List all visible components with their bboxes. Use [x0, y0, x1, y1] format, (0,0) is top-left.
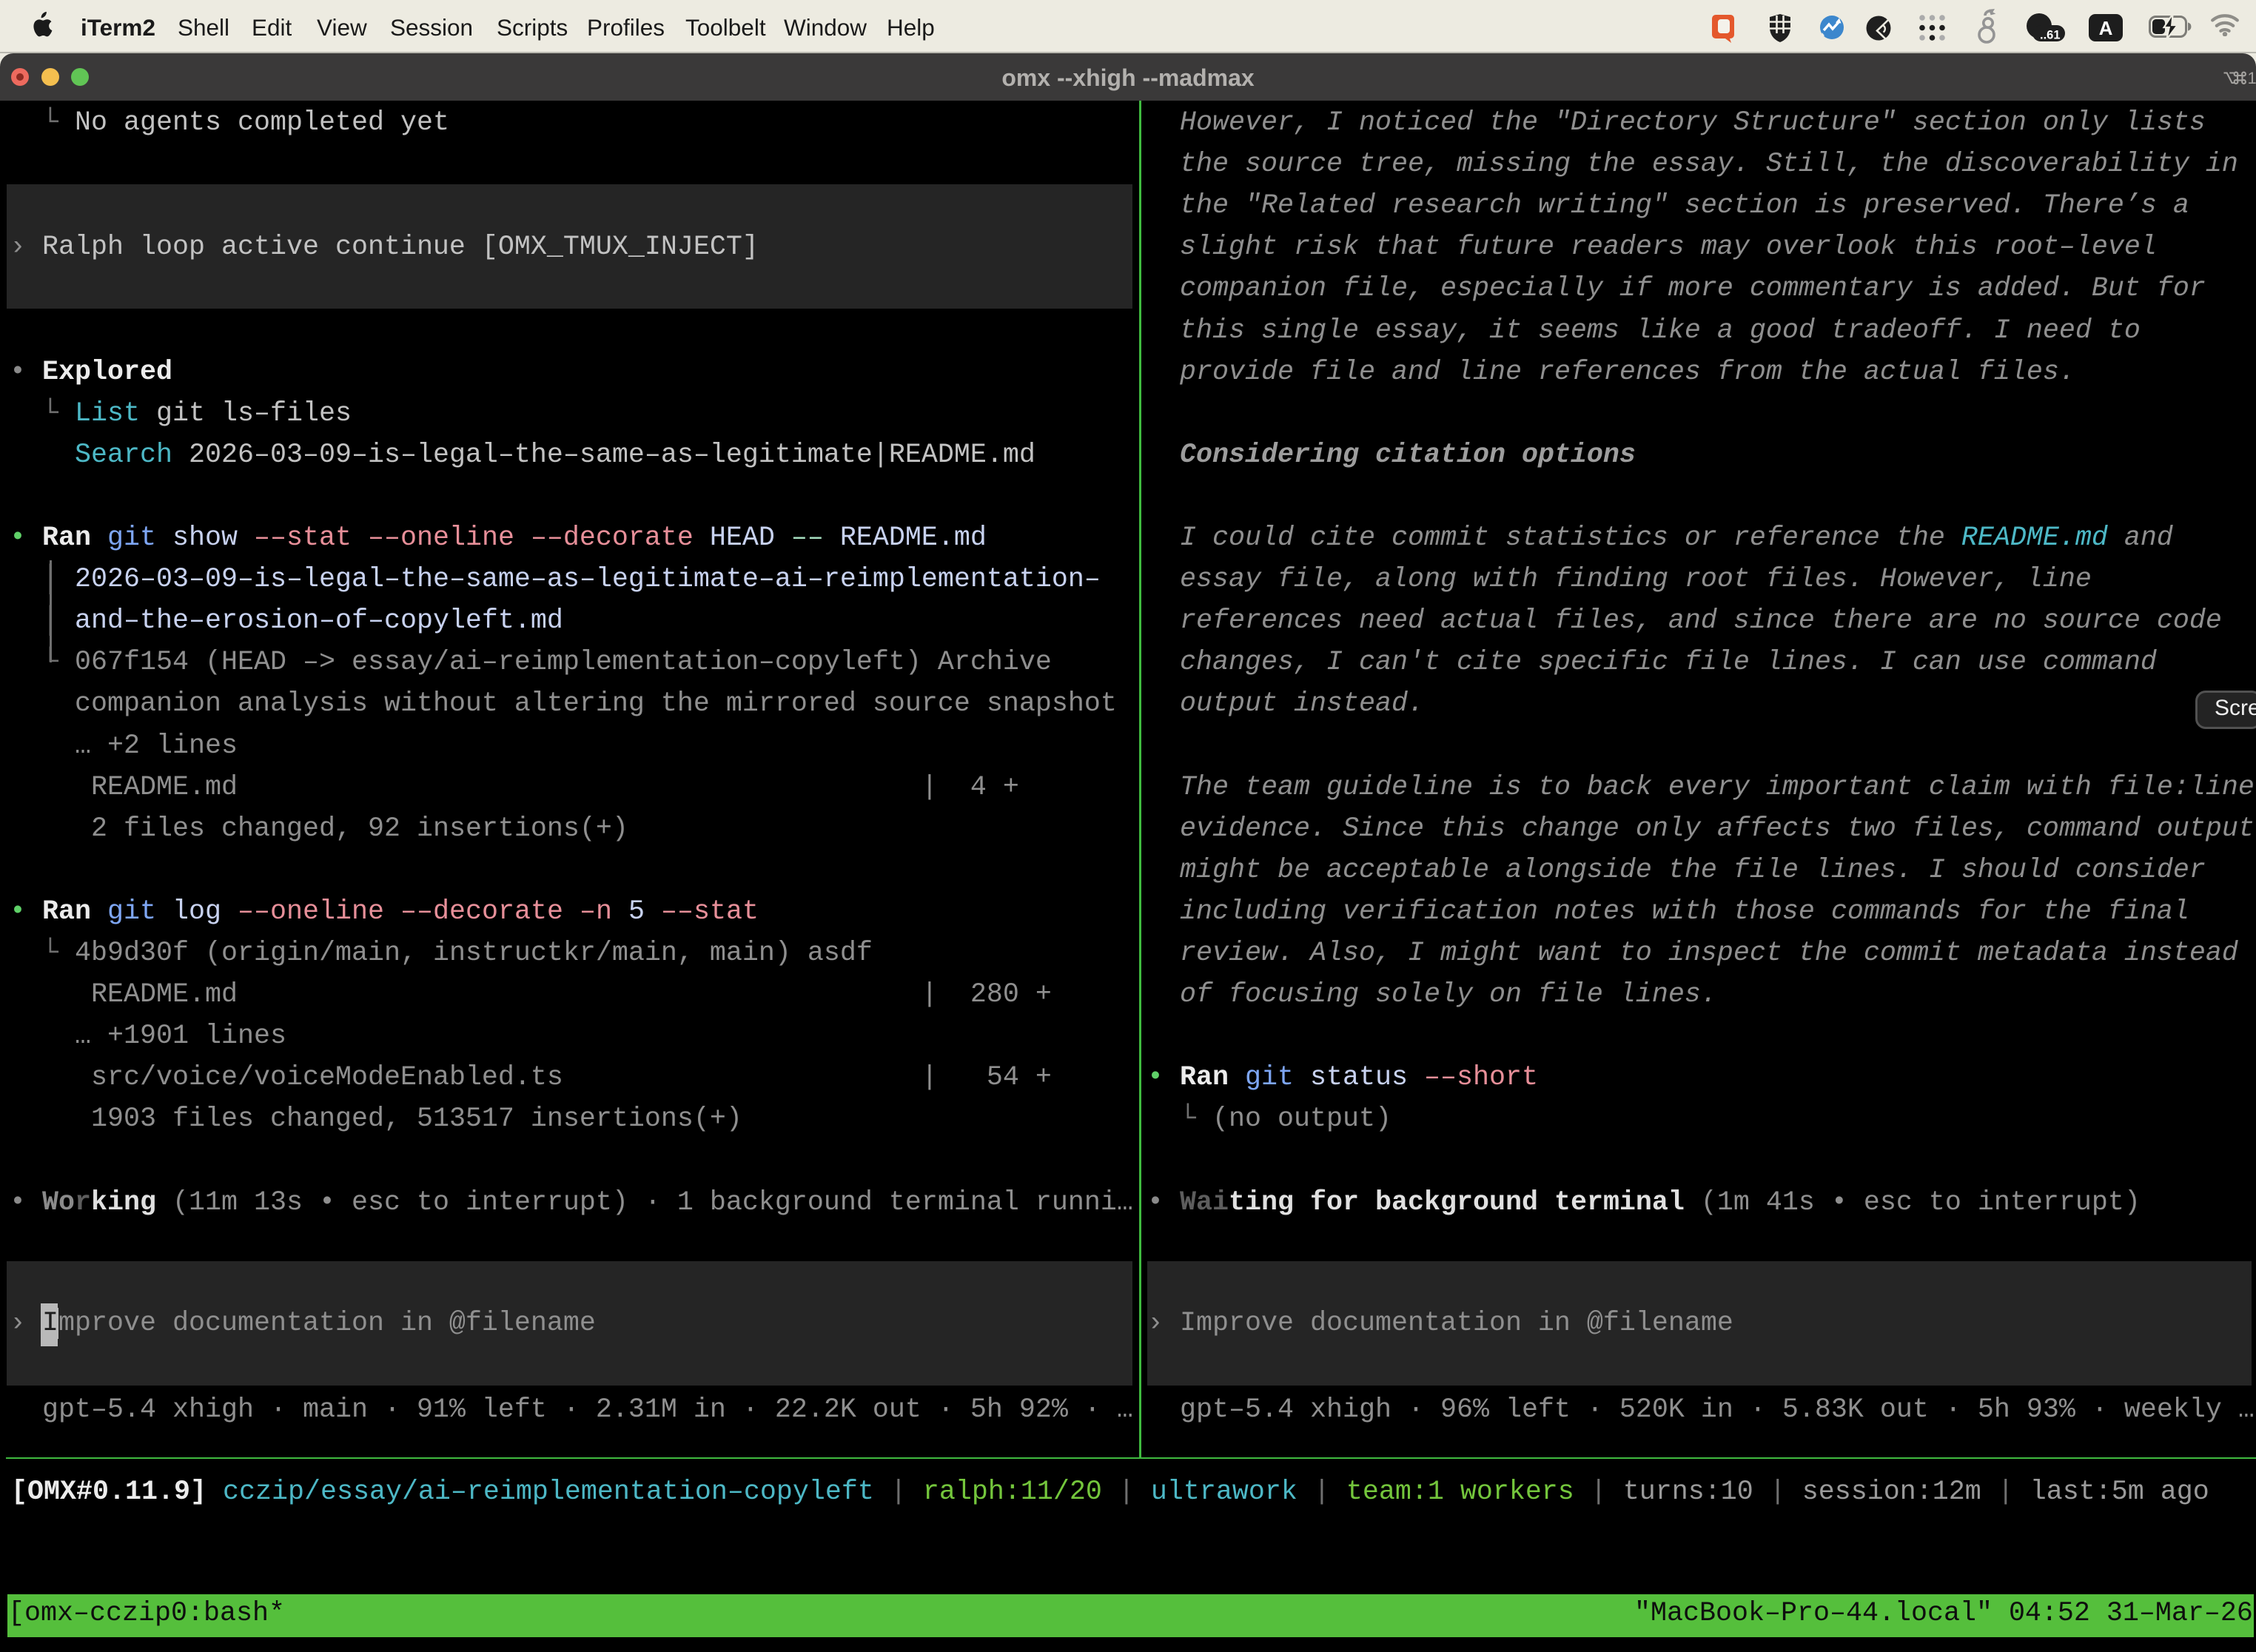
svg-text:..61: ..61 [2040, 29, 2061, 42]
svg-text:A: A [2099, 17, 2113, 39]
svg-text:1: 1 [2248, 69, 2256, 87]
